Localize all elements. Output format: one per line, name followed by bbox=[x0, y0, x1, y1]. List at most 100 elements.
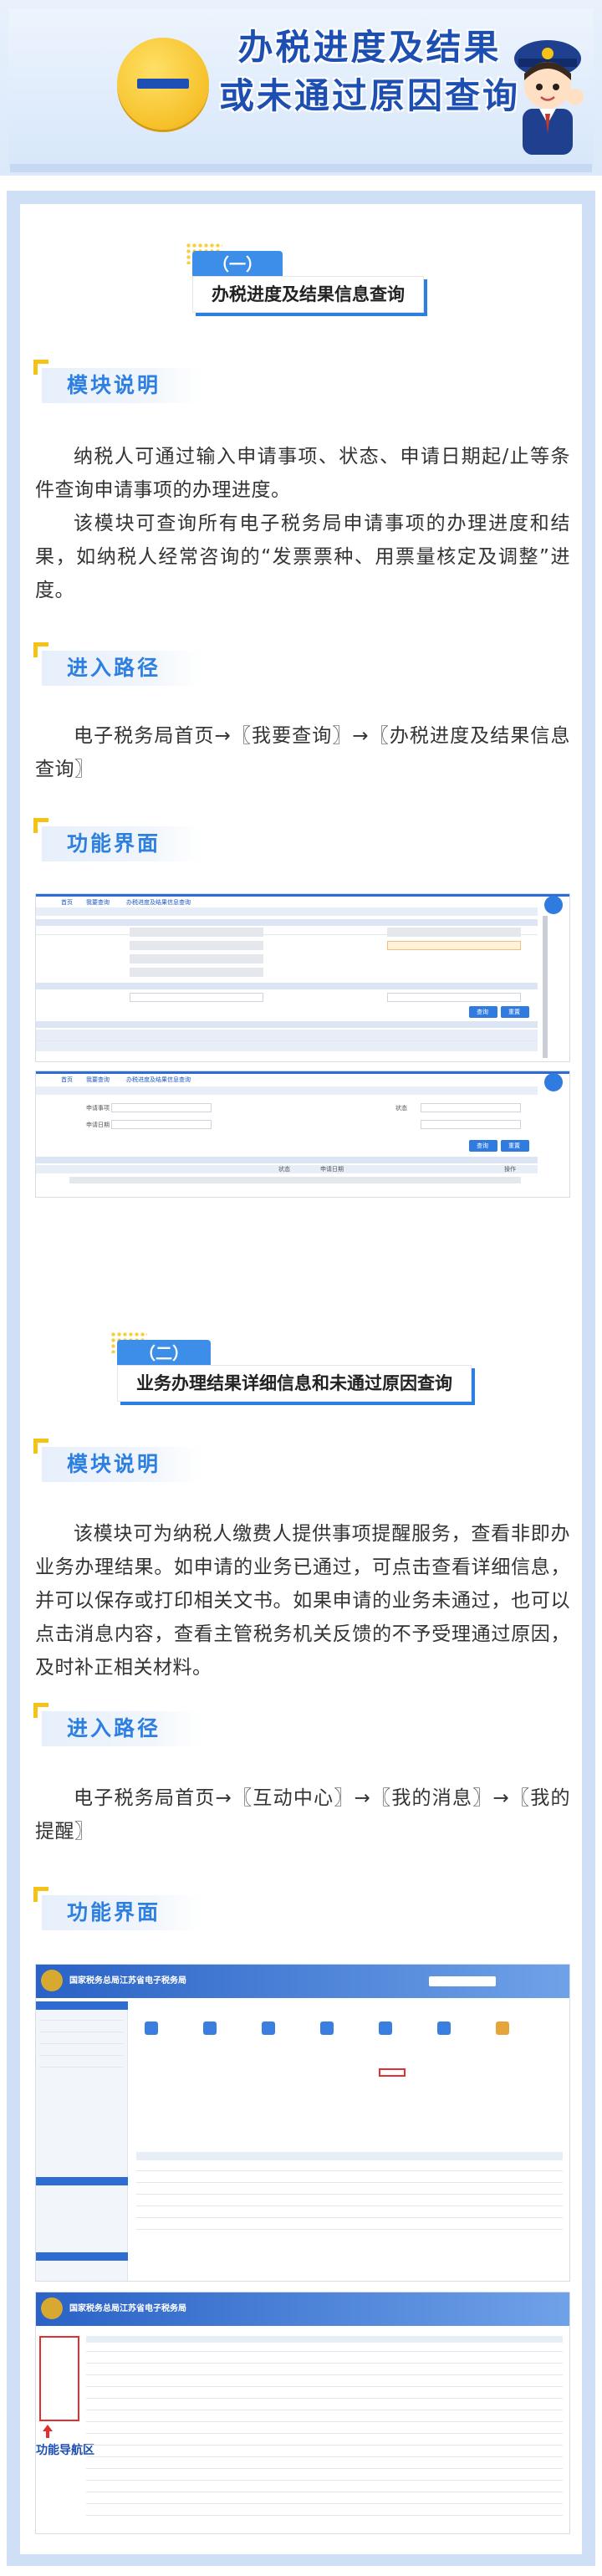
status-select[interactable] bbox=[421, 1103, 521, 1112]
entry-path-text-2: 电子税务局首页→〖互动中心〗→〖我的消息〗→〖我的提醒〗 bbox=[35, 1787, 570, 1843]
sidebar-header bbox=[36, 2001, 128, 2010]
row-line bbox=[136, 2182, 563, 2183]
nav-area-callout: 功能导航区 bbox=[36, 2444, 94, 2457]
top-bar bbox=[36, 894, 569, 897]
apply-status-field[interactable] bbox=[387, 941, 521, 950]
help-robot-icon[interactable] bbox=[544, 896, 563, 914]
crumb-progress: 办税进度及结果信息查询 bbox=[126, 899, 191, 906]
nav-highlight-box bbox=[39, 2336, 79, 2421]
module-desc-text-2: 该模块可查询所有电子税务局申请事项的办理进度和结果，如纳税人经常咨询的“发票票种… bbox=[35, 513, 570, 601]
date-start-input[interactable] bbox=[130, 993, 263, 1002]
authority-field bbox=[130, 954, 263, 963]
query-button-label: 查询 bbox=[477, 1142, 488, 1149]
apply-items-header bbox=[36, 983, 538, 989]
help-robot-icon[interactable] bbox=[544, 1073, 563, 1091]
col-status: 状态 bbox=[278, 1166, 290, 1173]
entry-path-text-1: 电子税务局首页→〖我要查询〗→〖办税进度及结果信息查询〗 bbox=[35, 725, 570, 780]
notice-icon[interactable] bbox=[320, 2021, 334, 2035]
heading-corner bbox=[33, 1703, 48, 1718]
row-line bbox=[136, 2170, 563, 2171]
heading-corner bbox=[33, 360, 48, 375]
apply-item-select[interactable] bbox=[111, 1103, 212, 1112]
arrow-up-icon bbox=[39, 2423, 56, 2440]
ui-label: 功能界面 bbox=[67, 831, 161, 856]
apply-item-label: 申请事项 bbox=[86, 1105, 110, 1112]
message-icon[interactable] bbox=[145, 2021, 158, 2035]
result-header bbox=[36, 1021, 538, 1028]
chapter-number-badge bbox=[117, 38, 209, 130]
ui-heading-1: 功能界面 bbox=[33, 818, 217, 868]
row-line bbox=[136, 2194, 563, 2195]
row-line bbox=[86, 2480, 563, 2481]
row-line bbox=[86, 2351, 563, 2352]
reset-button-label: 重置 bbox=[508, 1009, 520, 1015]
status-label: 状态 bbox=[395, 1105, 407, 1112]
heading-corner bbox=[33, 818, 48, 833]
mailbox-icon[interactable] bbox=[203, 2021, 217, 2035]
date-from-input[interactable] bbox=[111, 1120, 212, 1129]
reset-button[interactable]: 重置 bbox=[501, 1006, 529, 1018]
ui-heading-2: 功能界面 bbox=[33, 1887, 217, 1937]
row-line bbox=[136, 2205, 563, 2206]
feedback-icon[interactable] bbox=[437, 2021, 451, 2035]
reminder-icon[interactable] bbox=[262, 2021, 275, 2035]
ui-label: 功能界面 bbox=[67, 1900, 161, 1924]
query-button[interactable]: 查询 bbox=[469, 1140, 497, 1152]
module-desc-heading-1: 模块说明 bbox=[33, 360, 217, 410]
title-line-1: 办税进度及结果 bbox=[237, 27, 502, 68]
document-icon[interactable] bbox=[379, 2021, 392, 2035]
crumb-progress: 办税进度及结果信息查询 bbox=[126, 1076, 191, 1083]
row-line bbox=[39, 2055, 123, 2056]
scrollbar[interactable] bbox=[543, 916, 548, 1058]
sidebar-nav bbox=[36, 2001, 128, 2281]
search-input[interactable] bbox=[429, 1976, 496, 1986]
row-line bbox=[136, 2229, 563, 2230]
number-one-glyph bbox=[137, 79, 189, 89]
row-line bbox=[86, 2468, 563, 2469]
applicant-field bbox=[130, 941, 263, 950]
row-line bbox=[86, 2398, 563, 2399]
top-bar bbox=[36, 1071, 569, 1074]
service-icon[interactable] bbox=[496, 2021, 509, 2035]
module-desc-label: 模块说明 bbox=[67, 373, 161, 397]
date-to-input[interactable] bbox=[421, 1120, 521, 1129]
heading-corner bbox=[33, 1439, 48, 1454]
row-line bbox=[86, 2374, 563, 2375]
section-1-title: 办税进度及结果信息查询 bbox=[192, 276, 424, 313]
progress-query-form-screenshot: 首页 我要查询 办税进度及结果信息查询 查询 重置 bbox=[35, 893, 570, 1062]
crumb-home: 首页 bbox=[61, 899, 73, 906]
portal-header: 国家税务总局江苏省电子税务局 bbox=[36, 2292, 569, 2326]
tax-officer-mascot-icon bbox=[514, 40, 584, 155]
my-reminders-screenshot: 国家税务总局江苏省电子税务局 功能导航区 bbox=[35, 2292, 570, 2534]
row-line bbox=[86, 2456, 563, 2457]
crumb-query: 我要查询 bbox=[86, 1076, 110, 1083]
tax-emblem-icon bbox=[41, 2297, 63, 2319]
message-list-header bbox=[136, 2152, 563, 2160]
row-line bbox=[86, 2433, 563, 2434]
row-line bbox=[86, 2363, 563, 2364]
reset-button-label: 重置 bbox=[508, 1142, 520, 1149]
section-2-tab: （二） bbox=[117, 1340, 211, 1367]
module-desc-text-3: 该模块可为纳税人缴费人提供事项提醒服务，查看非即办业务办理结果。如申请的业务已通… bbox=[35, 1523, 570, 1679]
section-1-tab: （一） bbox=[192, 251, 283, 278]
reminder-list-header bbox=[86, 2336, 563, 2343]
row-line bbox=[136, 2217, 563, 2218]
query-button[interactable]: 查询 bbox=[469, 1006, 497, 1018]
function-icon-row bbox=[136, 2016, 554, 2067]
basic-info-header bbox=[36, 919, 538, 926]
sidebar-section bbox=[36, 2177, 128, 2185]
col-apply-date: 申请日期 bbox=[320, 1166, 344, 1173]
heading-corner bbox=[33, 1887, 48, 1902]
row-line bbox=[86, 2503, 563, 2504]
portal-title: 国家税务总局江苏省电子税务局 bbox=[69, 1976, 186, 1986]
date-end-input[interactable] bbox=[387, 993, 521, 1002]
row-line bbox=[39, 2020, 123, 2021]
module-desc-heading-2: 模块说明 bbox=[33, 1439, 217, 1489]
row-line bbox=[39, 2043, 123, 2044]
row-line bbox=[86, 2386, 563, 2387]
sidebar-section bbox=[36, 2252, 128, 2261]
row-line bbox=[86, 2421, 563, 2422]
reset-button[interactable]: 重置 bbox=[501, 1140, 529, 1152]
entry-path-heading-2: 进入路径 bbox=[33, 1703, 217, 1753]
result-row[interactable] bbox=[69, 1177, 521, 1183]
